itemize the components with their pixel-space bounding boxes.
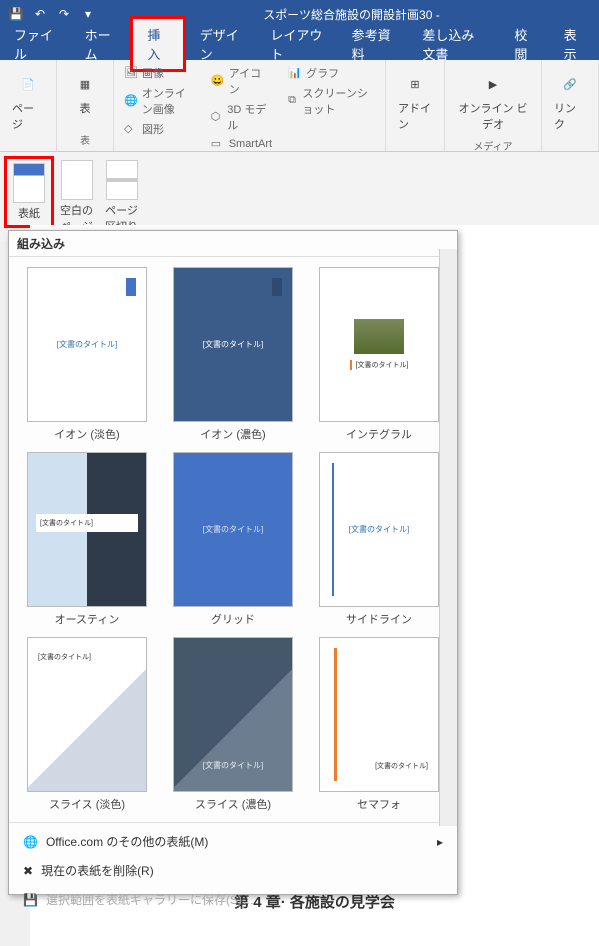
gallery-scrollbar[interactable]	[439, 249, 457, 826]
cover-icon	[13, 163, 45, 203]
gallery-grid: [文書のタイトル] イオン (淡色) [文書のタイトル] イオン (濃色) [文…	[9, 257, 457, 822]
chevron-right-icon: ▸	[437, 835, 443, 849]
gallery-item-slice-dark[interactable]: [文書のタイトル] スライス (濃色)	[163, 635, 303, 814]
online-image-icon: 🌐	[124, 94, 138, 108]
page-break-icon	[106, 160, 138, 200]
gallery-item-integral[interactable]: [文書のタイトル] インテグラル	[309, 265, 449, 444]
online-video-button[interactable]: ▶ オンライン ビデオ	[453, 64, 533, 136]
link-icon: 🔗	[554, 68, 586, 100]
smartart-icon: ▭	[211, 137, 225, 151]
screenshot-button[interactable]: ⧉スクリーンショット	[286, 84, 377, 118]
3dmodel-button[interactable]: ⬡3D モデル	[209, 100, 274, 134]
pages-button[interactable]: 📄 ページ	[8, 64, 48, 136]
gallery-item-grid[interactable]: [文書のタイトル] グリッド	[163, 450, 303, 629]
gallery-item-sideline[interactable]: [文書のタイトル] サイドライン	[309, 450, 449, 629]
page-icon: 📄	[12, 68, 44, 100]
gallery-item-ion-dark[interactable]: [文書のタイトル] イオン (濃色)	[163, 265, 303, 444]
gallery-footer: 🌐Office.com のその他の表紙(M)▸ ✖現在の表紙を削除(R) 💾選択…	[9, 822, 457, 918]
link-button[interactable]: 🔗 リンク	[550, 64, 590, 136]
addin-icon: ⊞	[399, 68, 431, 100]
video-icon: ▶	[477, 68, 509, 100]
gallery-item-slice-light[interactable]: [文書のタイトル] スライス (淡色)	[17, 635, 157, 814]
picture-icon: 🖼	[124, 66, 138, 80]
table-icon: ▦	[69, 68, 101, 100]
online-image-button[interactable]: 🌐オンライン画像	[122, 84, 197, 118]
cube-icon: ⬡	[211, 110, 224, 124]
shapes-icon: ◇	[124, 122, 138, 136]
smartart-button[interactable]: ▭SmartArt	[209, 136, 274, 152]
cover-page-button[interactable]: 表紙	[4, 156, 54, 228]
shapes-button[interactable]: ◇図形	[122, 120, 197, 138]
screenshot-icon: ⧉	[288, 94, 298, 108]
gallery-header: 組み込み	[9, 231, 457, 257]
icons-button[interactable]: 😀アイコン	[209, 64, 274, 98]
ribbon-tabs: ファイル ホーム 挿入 デザイン レイアウト 参考資料 差し込み文書 校閲 表示	[0, 28, 599, 60]
blank-page-icon	[61, 160, 93, 200]
chart-button[interactable]: 📊グラフ	[286, 64, 377, 82]
ribbon: 📄 ページ ▦ 表 表 🖼画像 🌐オンライン画像 ◇図形 😀アイコン ⬡3D モ…	[0, 60, 599, 152]
gallery-item-austin[interactable]: [文書のタイトル] オースティン	[17, 450, 157, 629]
chart-icon: 📊	[288, 66, 302, 80]
table-button[interactable]: ▦ 表	[65, 64, 105, 120]
more-covers-button[interactable]: 🌐Office.com のその他の表紙(M)▸	[13, 827, 453, 856]
office-icon: 🌐	[23, 835, 38, 849]
remove-cover-button[interactable]: ✖現在の表紙を削除(R)	[13, 856, 453, 885]
picture-button[interactable]: 🖼画像	[122, 64, 197, 82]
delete-icon: ✖	[23, 864, 33, 878]
cover-page-gallery: 組み込み [文書のタイトル] イオン (淡色) [文書のタイトル] イオン (濃…	[8, 230, 458, 895]
icons-icon: 😀	[211, 74, 225, 88]
gallery-item-semaphore[interactable]: [文書のタイトル] セマフォ	[309, 635, 449, 814]
gallery-item-ion-light[interactable]: [文書のタイトル] イオン (淡色)	[17, 265, 157, 444]
addin-button[interactable]: ⊞ アドイン	[394, 64, 436, 136]
